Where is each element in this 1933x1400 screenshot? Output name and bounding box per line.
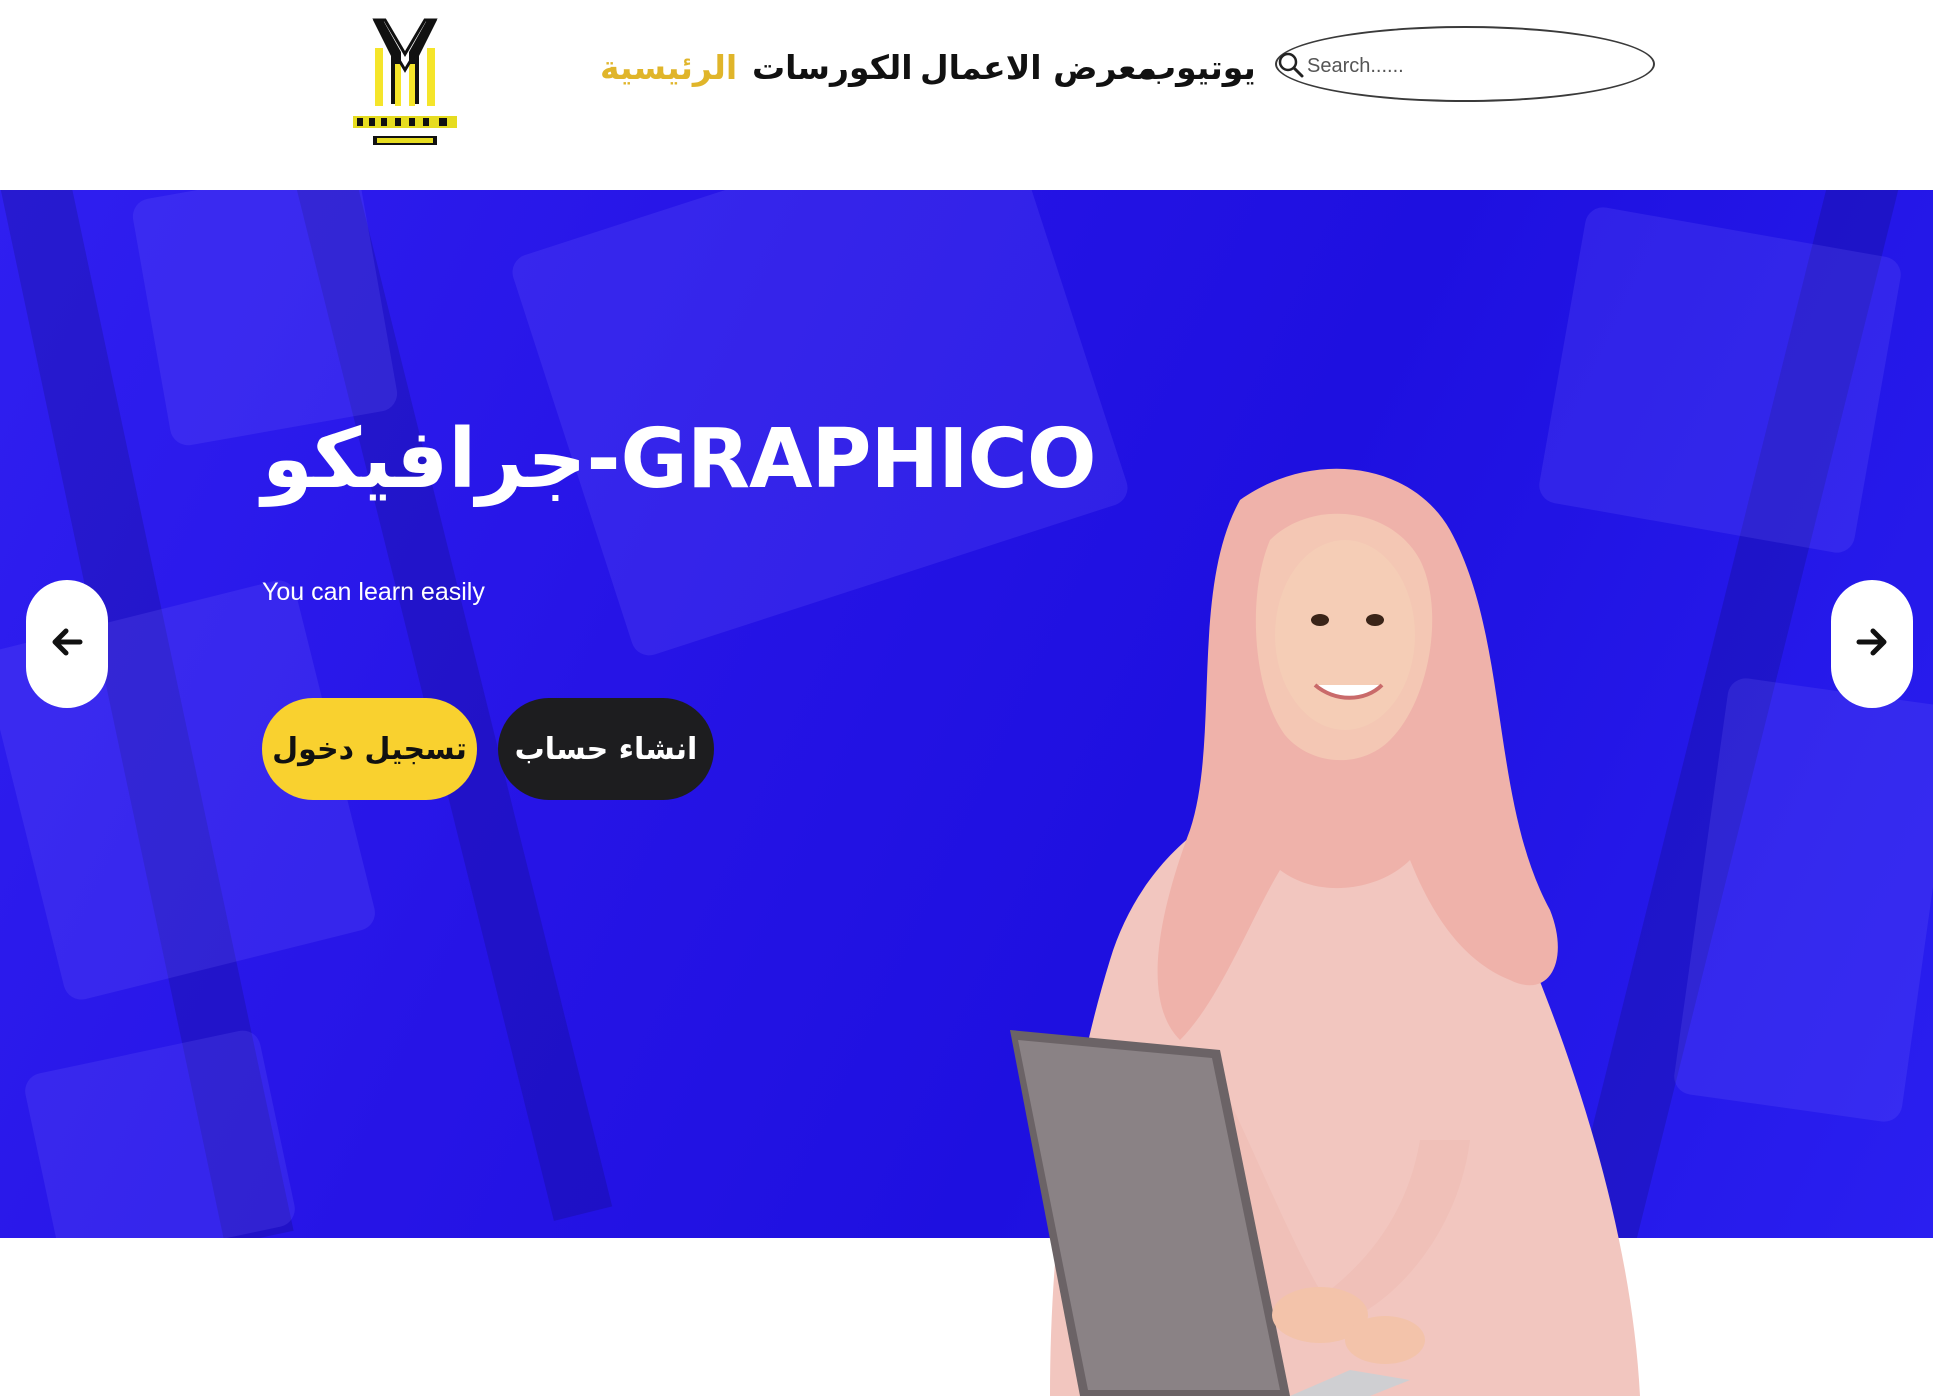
nav-item-courses[interactable]: الكورسات xyxy=(752,48,913,87)
nav-item-youtube[interactable]: يوتيوب xyxy=(1143,48,1256,87)
background-image-tile xyxy=(130,190,400,449)
register-button[interactable]: انشاء حساب xyxy=(498,698,714,800)
carousel-prev-button[interactable] xyxy=(26,580,108,708)
site-header: الرئيسية الكورسات معرض الاعمال يوتيوب xyxy=(0,0,1933,190)
student-with-laptop-image xyxy=(990,440,1650,1396)
hero-subtitle: You can learn easily xyxy=(262,578,485,606)
nav-item-home[interactable]: الرئيسية xyxy=(600,48,737,87)
nav-item-portfolio[interactable]: معرض الاعمال xyxy=(920,48,1157,87)
arrow-right-icon xyxy=(1855,627,1889,661)
carousel-next-button[interactable] xyxy=(1831,580,1913,708)
search-icon[interactable] xyxy=(1277,51,1305,79)
arrow-left-icon xyxy=(50,627,84,661)
site-logo[interactable] xyxy=(345,12,465,152)
login-button[interactable]: تسجيل دخول xyxy=(262,698,477,800)
background-image-tile xyxy=(21,1027,299,1238)
hero-title: جرافيكو-GRAPHICO xyxy=(262,412,1097,507)
search-input[interactable] xyxy=(1307,50,1597,82)
